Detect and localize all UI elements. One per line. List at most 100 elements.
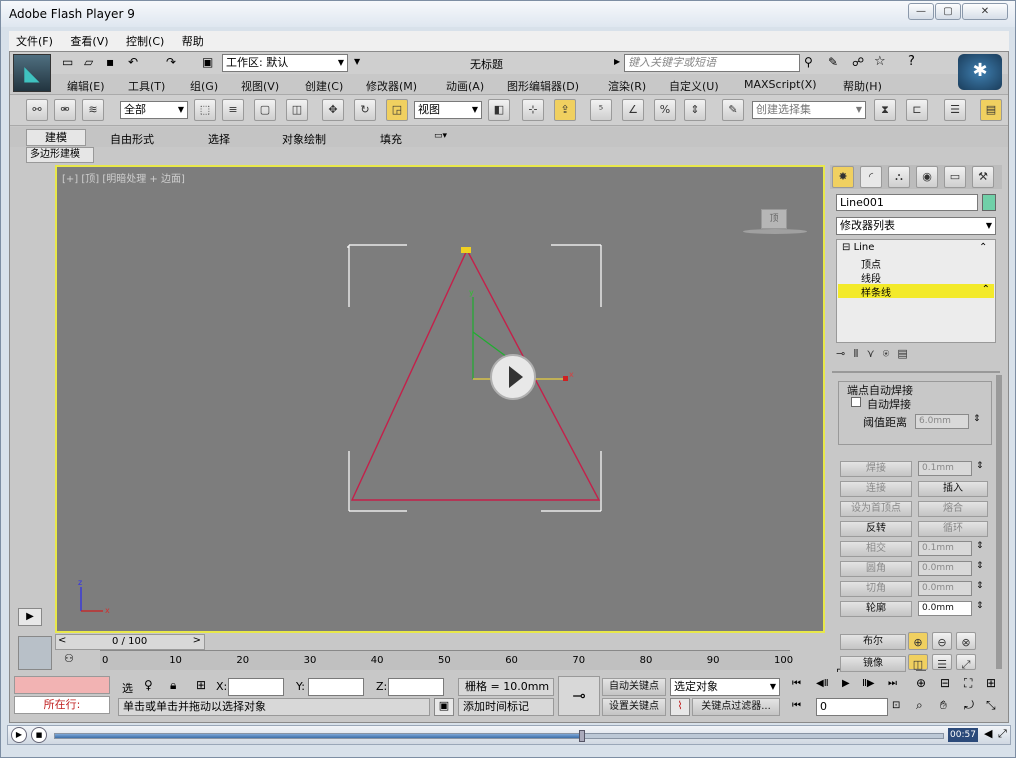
configure-sets-icon[interactable]: ▤ xyxy=(897,347,915,360)
auto-key-button[interactable]: 自动关键点 xyxy=(602,678,666,696)
project-folder-icon[interactable]: ▣ xyxy=(202,55,213,69)
binoculars-icon[interactable]: ⚲ xyxy=(804,55,813,69)
time-prev-icon[interactable]: < xyxy=(58,635,66,646)
scale-icon[interactable]: ◲ xyxy=(386,99,408,121)
modify-tab-icon[interactable]: ◜ xyxy=(860,166,882,188)
pin-stack-icon[interactable]: ⊸ xyxy=(836,347,853,360)
rect-selection-icon[interactable]: ▢ xyxy=(254,99,276,121)
align-icon[interactable]: ⊏ xyxy=(906,99,928,121)
geometry-row-button[interactable]: 焊接 xyxy=(840,461,912,477)
geometry-row-button[interactable]: 连接 xyxy=(840,481,912,497)
menu-help[interactable]: 帮助 xyxy=(175,31,211,51)
make-unique-icon[interactable]: ⋎ xyxy=(867,347,883,360)
geometry-row-spinner[interactable]: 0.0mm xyxy=(918,561,972,576)
geometry-row-button[interactable]: 圆角 xyxy=(840,561,912,577)
flash-progress-track[interactable] xyxy=(54,730,944,742)
field-of-view-icon[interactable]: ⌕ xyxy=(916,698,923,713)
geometry-row-button-2[interactable]: 熔合 xyxy=(918,501,988,517)
spinner-arrows-icon[interactable]: ⇕ xyxy=(976,601,984,611)
union-icon[interactable]: ⊕ xyxy=(908,632,928,650)
spinner-arrows-icon[interactable]: ⇕ xyxy=(976,541,984,551)
spinner-snap-icon[interactable]: ⇕ xyxy=(684,99,706,121)
hierarchy-tab-icon[interactable]: ⛬ xyxy=(888,166,910,188)
mirror-both-icon[interactable]: ⤢ xyxy=(956,654,976,671)
window-crossing-icon[interactable]: ◫ xyxy=(286,99,308,121)
geometry-row-spinner[interactable]: 0.1mm xyxy=(918,541,972,556)
menu-help-max[interactable]: 帮助(H) xyxy=(843,78,882,94)
edit-named-sel-icon[interactable]: ✎ xyxy=(722,99,744,121)
mirror-h-icon[interactable]: ◫ xyxy=(908,654,928,671)
polygon-modeling-tab[interactable]: 多边形建模 xyxy=(26,147,94,163)
menu-graph-editors[interactable]: 图形编辑器(D) xyxy=(507,78,579,94)
tab-populate[interactable]: 填充 xyxy=(380,131,402,147)
stack-item-line[interactable]: ⊟ Line xyxy=(842,242,874,253)
y-coord-field[interactable] xyxy=(308,678,364,696)
menu-rendering[interactable]: 渲染(R) xyxy=(608,78,646,94)
subtraction-icon[interactable]: ⊖ xyxy=(932,632,952,650)
flash-stop-icon[interactable]: ■ xyxy=(31,727,47,743)
menu-tools[interactable]: 工具(T) xyxy=(128,78,165,94)
curve-editor-icon[interactable]: ⚇ xyxy=(64,652,74,665)
menu-control[interactable]: 控制(C) xyxy=(119,31,171,51)
menu-maxscript[interactable]: MAXScript(X) xyxy=(744,78,817,91)
tab-object-paint[interactable]: 对象绘制 xyxy=(282,131,326,147)
geometry-row-spinner[interactable]: 0.0mm xyxy=(918,581,972,596)
geometry-row-button-2[interactable]: 插入 xyxy=(918,481,988,497)
save-icon[interactable]: ▪ xyxy=(106,55,114,69)
stack-item-spline[interactable]: 样条线 ⌃ xyxy=(838,284,994,299)
pan-icon[interactable]: ✋︎ xyxy=(940,698,947,713)
open-icon[interactable]: ▱ xyxy=(84,55,93,69)
show-end-result-icon[interactable]: Ⅱ xyxy=(853,347,866,360)
menu-customize[interactable]: 自定义(U) xyxy=(669,78,719,94)
flash-play-icon[interactable]: ▶ xyxy=(11,727,27,743)
spinner-arrows-icon[interactable]: ⇕ xyxy=(976,461,984,471)
menu-views[interactable]: 视图(V) xyxy=(241,78,279,94)
zoom-all-icon[interactable]: ⊟ xyxy=(940,676,950,690)
geometry-row-spinner[interactable]: 0.1mm xyxy=(918,461,972,476)
boolean-button[interactable]: 布尔 xyxy=(840,634,906,650)
default-in-out-icon[interactable]: ⌇ xyxy=(670,698,690,716)
ribbon-options-icon[interactable]: ▭▾ xyxy=(434,131,447,141)
play-icon[interactable]: ▶ xyxy=(842,678,850,689)
set-key-icon[interactable]: ⊸ xyxy=(558,676,600,716)
stack-item-segment[interactable]: 线段 xyxy=(861,270,881,285)
time-tag-icon[interactable]: ▣ xyxy=(434,698,454,716)
menu-modifiers[interactable]: 修改器(M) xyxy=(366,78,417,94)
angle-snap-icon[interactable]: ∠ xyxy=(622,99,644,121)
lock-icon[interactable]: 🔒︎ xyxy=(170,678,176,693)
go-start-icon[interactable]: ⏮ xyxy=(792,678,801,689)
chat-icon[interactable]: ☍ xyxy=(852,55,864,69)
menu-group[interactable]: 组(G) xyxy=(190,78,218,94)
keyboard-shortcut-icon[interactable]: ⇪ xyxy=(554,99,576,121)
current-frame-field[interactable]: 0 xyxy=(816,698,888,716)
create-tab-icon[interactable]: ✸ xyxy=(832,166,854,188)
undo-icon[interactable]: ↶ xyxy=(128,55,138,69)
panel-scrollbar[interactable] xyxy=(996,375,1002,669)
menu-view[interactable]: 查看(V) xyxy=(63,31,115,51)
viewport-top[interactable]: [+] [顶] [明暗处理 + 边面] 顶 x y z x xyxy=(55,165,825,633)
tab-freeform[interactable]: 自由形式 xyxy=(110,131,154,147)
next-frame-icon[interactable]: Ⅱ▶ xyxy=(862,678,875,689)
geometry-row-button[interactable]: 反转 xyxy=(840,521,912,537)
snap-toggle-icon[interactable]: ⁵ xyxy=(590,99,612,121)
set-key-button[interactable]: 设置关键点 xyxy=(602,698,666,716)
utilities-tab-icon[interactable]: ⚒ xyxy=(972,166,994,188)
menu-create[interactable]: 创建(C) xyxy=(305,78,343,94)
spinner-arrows-icon[interactable]: ⇕ xyxy=(973,414,981,424)
z-coord-field[interactable] xyxy=(388,678,444,696)
zoom-extents-all-icon[interactable]: ⊞ xyxy=(986,676,996,690)
menu-animation[interactable]: 动画(A) xyxy=(446,78,484,94)
zoom-icon[interactable]: ⊕ xyxy=(916,676,926,690)
geometry-row-button-2[interactable]: 循环 xyxy=(918,521,988,537)
tab-modeling[interactable]: 建模 xyxy=(26,129,86,146)
add-time-tag[interactable]: 添加时间标记 xyxy=(458,698,554,716)
bind-spacewarp-icon[interactable]: ≋ xyxy=(82,99,104,121)
maxscript-listener-icon[interactable] xyxy=(18,636,52,670)
threshold-input[interactable]: 6.0mm xyxy=(915,414,969,429)
orbit-icon[interactable]: ⤾ xyxy=(964,698,974,713)
mirror-v-icon[interactable]: ☰ xyxy=(932,654,952,671)
select-by-name-icon[interactable]: ≡ xyxy=(222,99,244,121)
unlink-icon[interactable]: ⚮ xyxy=(54,99,76,121)
zoom-extents-icon[interactable]: ⛶ xyxy=(964,676,972,691)
geometry-row-spinner[interactable]: 0.0mm xyxy=(918,601,972,616)
